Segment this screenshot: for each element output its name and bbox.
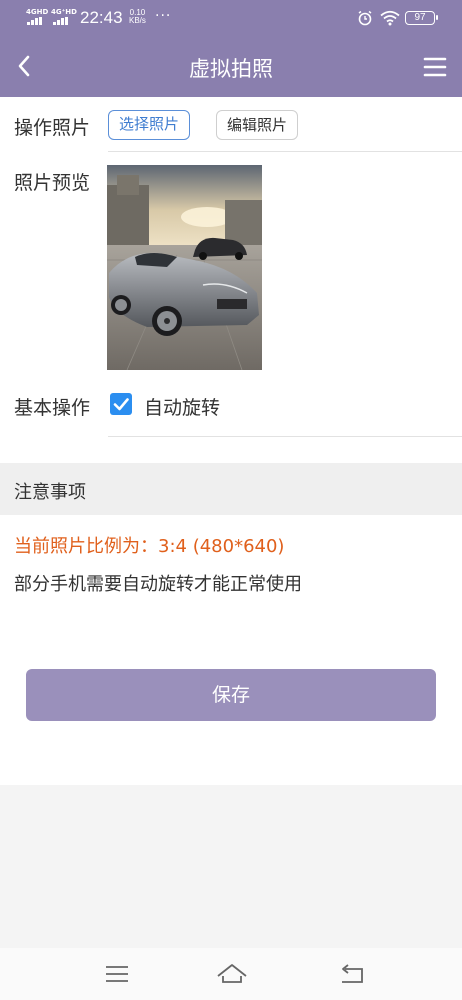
auto-rotate-label[interactable]: 自动旋转 xyxy=(144,393,220,420)
page-title: 虚拟拍照 xyxy=(189,57,273,81)
save-button[interactable]: 保存 xyxy=(26,669,436,721)
chevron-left-icon[interactable] xyxy=(10,51,40,81)
more-notifications: ··· xyxy=(155,8,172,24)
notice-title: 注意事项 xyxy=(14,482,86,503)
select-photo-button[interactable]: 选择照片 xyxy=(108,110,190,140)
photo-preview-image xyxy=(107,165,262,370)
app-bar: 虚拟拍照 xyxy=(0,36,462,97)
network-label-1: 4GHD xyxy=(26,8,49,16)
menu-lines-icon[interactable] xyxy=(103,962,131,986)
rotation-tip-text: 部分手机需要自动旋转才能正常使用 xyxy=(14,574,302,595)
wifi-icon xyxy=(380,10,400,26)
checkmark-icon xyxy=(113,398,129,411)
photo-ops-label: 操作照片 xyxy=(14,117,91,139)
back-icon[interactable] xyxy=(338,962,366,986)
basic-ops-label: 基本操作 xyxy=(14,397,91,419)
signal-icon xyxy=(27,17,42,25)
auto-rotate-checkbox[interactable] xyxy=(110,393,132,415)
hamburger-menu-icon[interactable] xyxy=(422,54,448,80)
battery-level: 97 xyxy=(414,12,426,23)
notice-section-header: 注意事项 xyxy=(0,463,462,515)
top-bar: 4GHD 4G⁺HD 22:43 0.10 KB/s ··· 97 虚拟拍照 xyxy=(0,0,462,97)
network-speed: 0.10 KB/s xyxy=(129,9,146,25)
network-label-2: 4G⁺HD xyxy=(51,8,77,16)
edit-photo-button[interactable]: 编辑照片 xyxy=(216,110,298,140)
preview-label: 照片预览 xyxy=(14,172,91,194)
divider xyxy=(108,151,462,152)
photo-ratio-text: 当前照片比例为：3:4 (480*640) xyxy=(14,536,285,557)
signal-icon-2 xyxy=(53,17,68,25)
status-bar: 4GHD 4G⁺HD 22:43 0.10 KB/s ··· 97 xyxy=(0,0,462,36)
home-icon[interactable] xyxy=(216,962,248,986)
divider xyxy=(108,436,462,437)
speed-unit: KB/s xyxy=(129,16,146,25)
system-nav-bar xyxy=(0,948,462,1000)
status-time: 22:43 xyxy=(80,8,123,27)
battery-icon: 97 xyxy=(405,11,438,25)
main-content: 操作照片 选择照片 编辑照片 照片预览 基本操作 自动旋转 注意事项 当前照片比… xyxy=(0,97,462,785)
alarm-icon xyxy=(358,10,372,26)
